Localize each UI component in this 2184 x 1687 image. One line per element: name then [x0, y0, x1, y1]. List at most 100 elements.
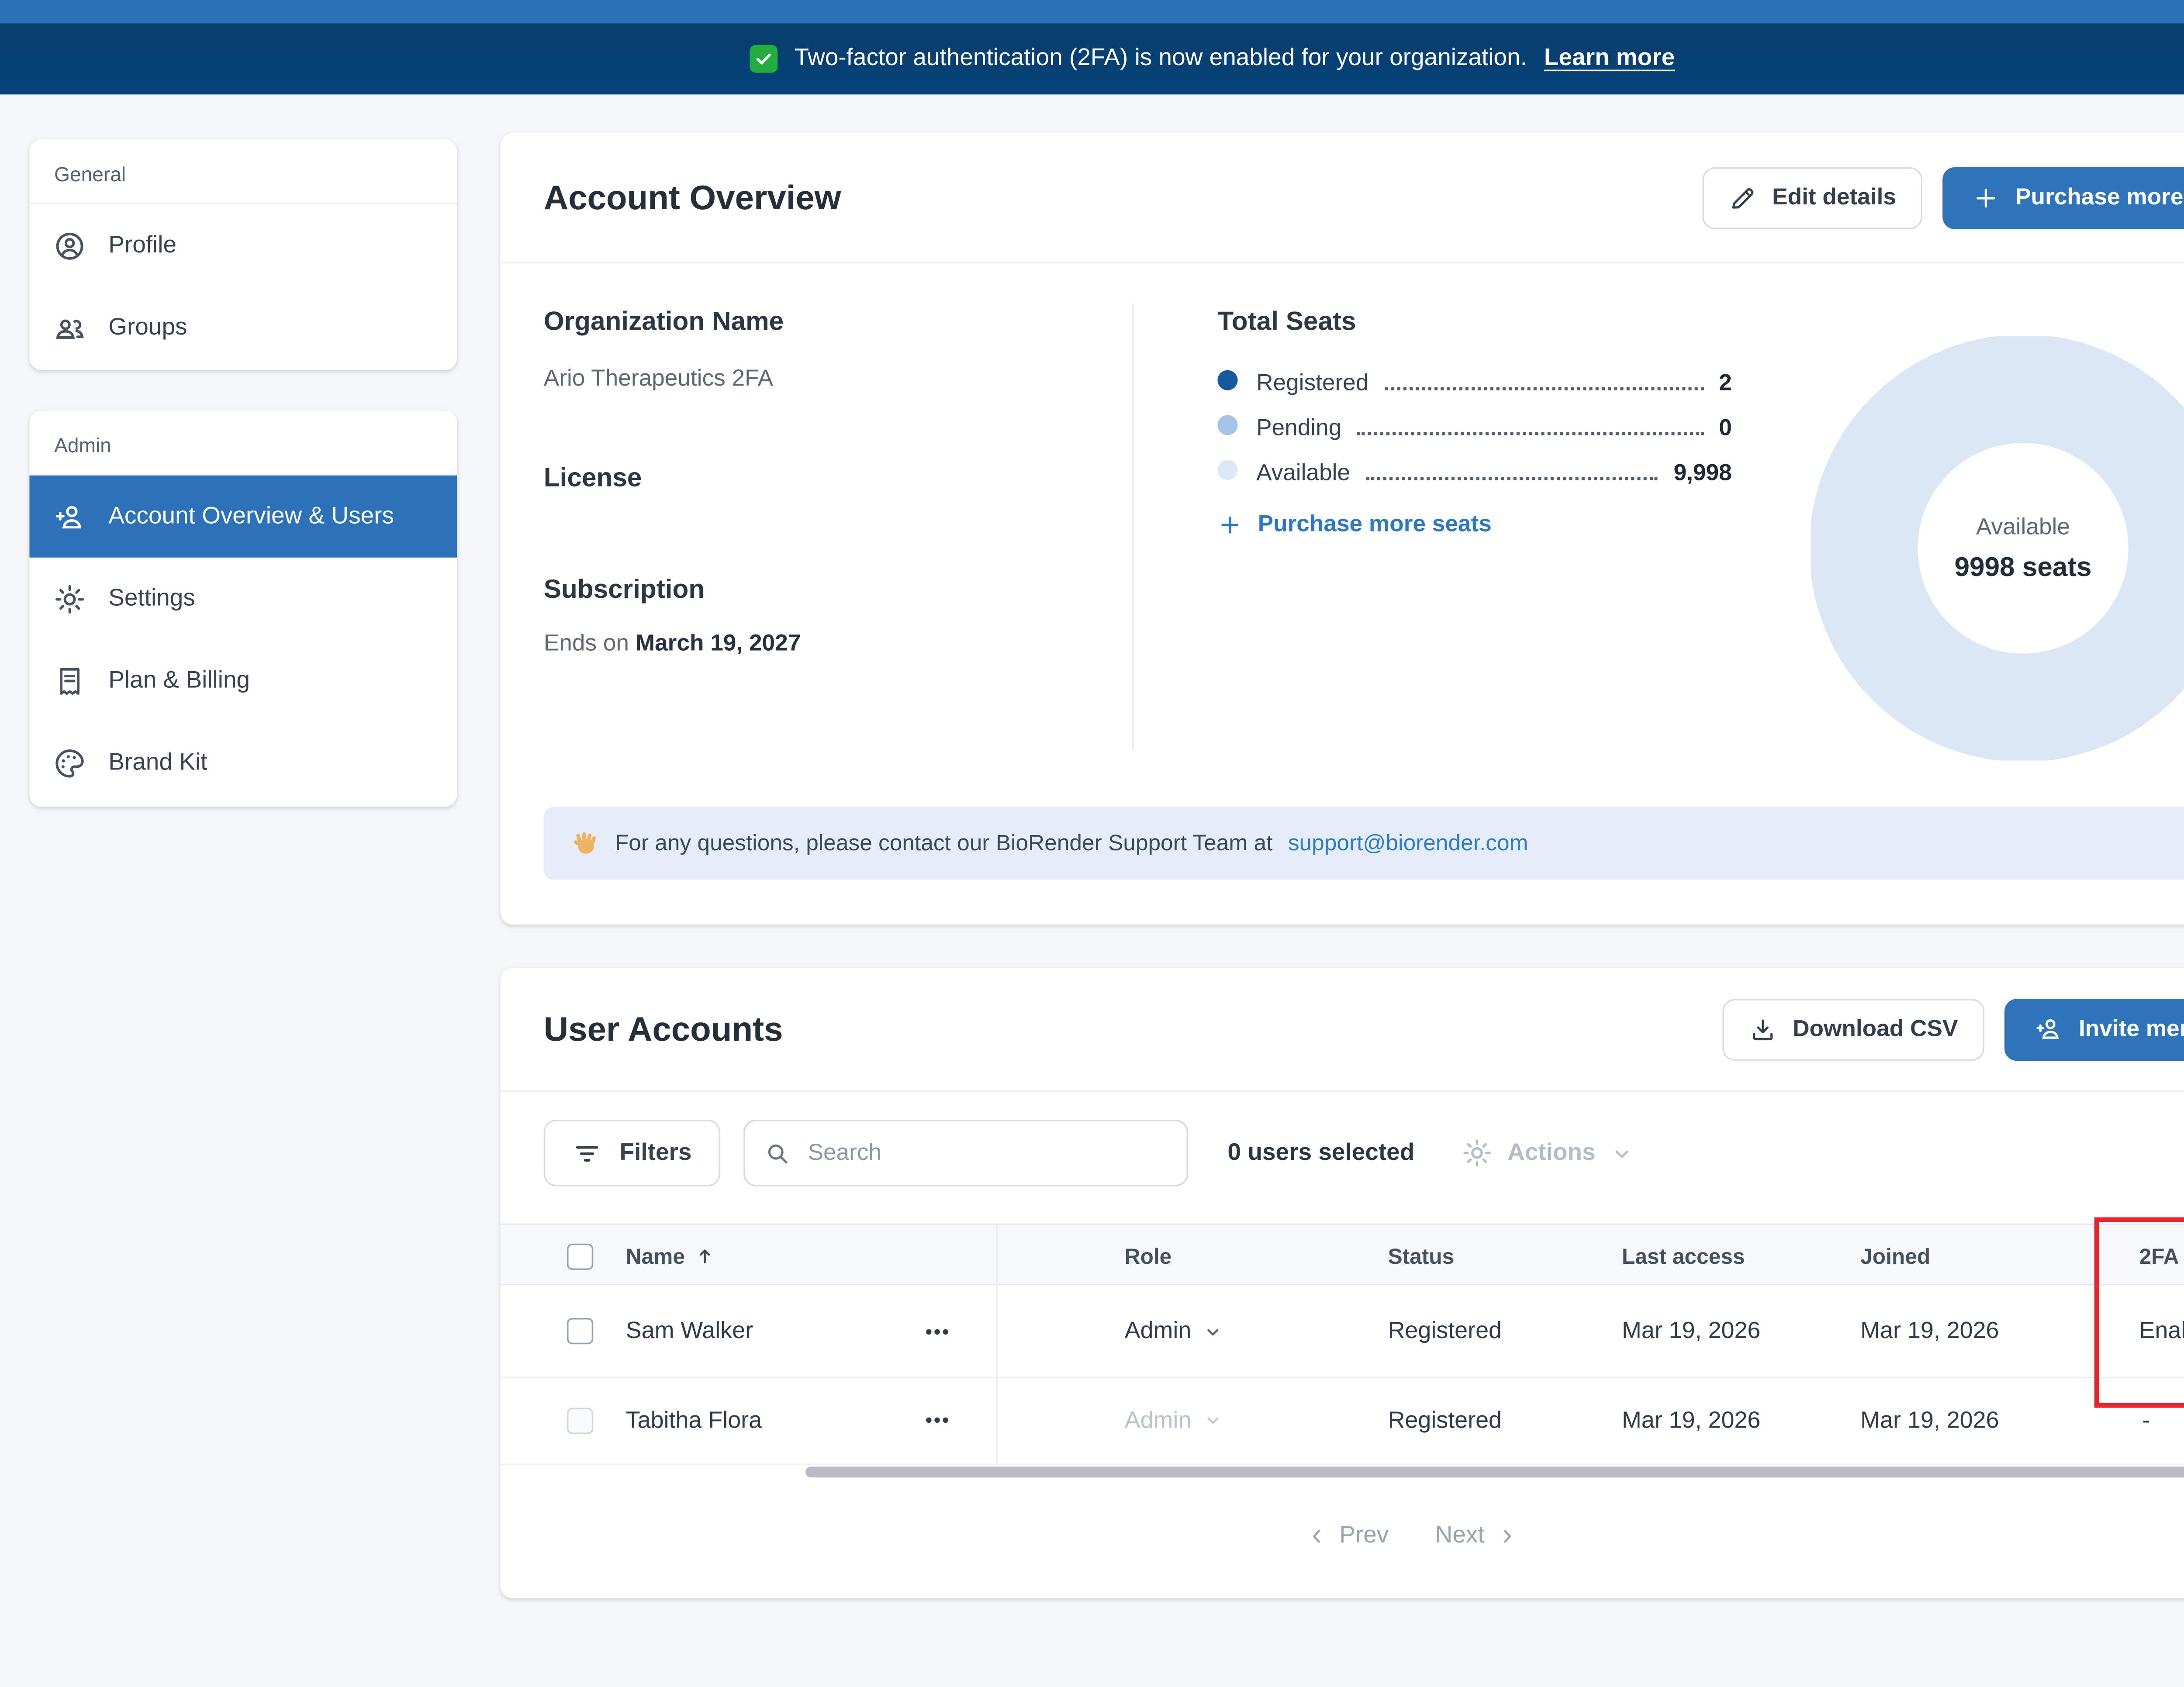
chevron-left-icon: [1305, 1525, 1327, 1547]
joined-cell: Mar 19, 2026: [1860, 1285, 1999, 1377]
sidebar-item-label: Plan & Billing: [108, 667, 250, 695]
legend-value: 0: [1719, 415, 1732, 441]
column-header-name[interactable]: Name: [626, 1225, 716, 1287]
search-icon: [763, 1139, 791, 1167]
row-checkbox[interactable]: [567, 1407, 593, 1433]
column-header-role: Role: [1125, 1225, 1172, 1287]
next-label: Next: [1435, 1522, 1485, 1550]
legend-label: Registered: [1256, 370, 1368, 397]
sidebar-general-card: General Profile Groups: [29, 139, 457, 370]
user-name: Sam Walker: [626, 1285, 753, 1377]
purchase-more-seats-button[interactable]: Purchase more seats: [1942, 166, 2184, 228]
plus-icon: [1217, 512, 1242, 537]
column-label: 2FA: [2139, 1244, 2179, 1269]
sidebar-item-brand-kit[interactable]: Brand Kit: [29, 722, 457, 804]
column-label: Name: [626, 1244, 685, 1269]
registered-dot: [1217, 369, 1237, 390]
support-email-link[interactable]: support@biorender.com: [1288, 831, 1528, 856]
row-menu-button[interactable]: [922, 1377, 953, 1464]
legend-label: Pending: [1256, 415, 1341, 441]
palette-icon: [53, 746, 87, 780]
purchase-more-seats-label: Purchase more seats: [2015, 184, 2184, 210]
search-input[interactable]: [805, 1138, 1167, 1168]
prev-page-button[interactable]: Prev: [1305, 1522, 1389, 1550]
pending-dot: [1217, 414, 1237, 435]
sidebar-item-account-overview-users[interactable]: Account Overview & Users: [29, 476, 457, 558]
role-select-disabled: Admin: [1125, 1407, 1224, 1433]
org-details-column: Organization Name Ario Therapeutics 2FA …: [544, 307, 1102, 658]
sidebar-general-title: General: [29, 139, 457, 203]
dotted-leader: [1357, 432, 1704, 435]
pagination: Prev Next: [500, 1513, 2184, 1559]
purchase-more-seats-link[interactable]: Purchase more seats: [1217, 511, 1731, 537]
column-label: Status: [1388, 1244, 1455, 1269]
page: Two-factor authentication (2FA) is now e…: [0, 0, 2184, 1687]
role-cell: Admin: [1125, 1285, 1224, 1377]
column-label: Joined: [1860, 1244, 1930, 1269]
chevron-down-icon: [1202, 1409, 1224, 1431]
select-all-checkbox[interactable]: [567, 1243, 593, 1269]
role-value: Admin: [1125, 1318, 1192, 1344]
table-row: Sam Walker Admin Registered Mar 19, 2026…: [500, 1285, 2184, 1378]
status-cell: Registered: [1388, 1285, 1502, 1377]
gear-icon: [1461, 1137, 1493, 1169]
sidebar-item-label: Profile: [108, 231, 176, 259]
total-seats-column: Total Seats Registered 2 Pending 0 Avail…: [1217, 307, 1731, 537]
banner-message: Two-factor authentication (2FA) is now e…: [794, 45, 1527, 73]
row-checkbox[interactable]: [567, 1318, 593, 1344]
sort-ascending-icon: [694, 1245, 716, 1267]
gear-icon: [53, 582, 87, 616]
next-page-button[interactable]: Next: [1435, 1522, 1519, 1550]
chevron-right-icon: [1497, 1525, 1519, 1547]
download-csv-button[interactable]: Download CSV: [1723, 998, 1984, 1060]
legend-value: 9,998: [1674, 460, 1732, 486]
sidebar-item-plan-billing[interactable]: Plan & Billing: [29, 640, 457, 722]
joined-cell: Mar 19, 2026: [1860, 1377, 1999, 1464]
learn-more-link[interactable]: Learn more: [1544, 45, 1675, 73]
last-access-cell: Mar 19, 2026: [1622, 1285, 1760, 1377]
edit-details-button[interactable]: Edit details: [1703, 166, 1923, 228]
seats-donut-chart: Available 9998 seats: [1811, 336, 2184, 761]
total-seats-label: Total Seats: [1217, 307, 1731, 338]
2fa-status-cell: -: [2143, 1377, 2150, 1464]
donut-center-value: 9998 seats: [1954, 551, 2091, 583]
support-banner: For any questions, please contact our Bi…: [544, 807, 2184, 880]
sidebar-item-groups[interactable]: Groups: [29, 286, 457, 369]
role-select[interactable]: Admin: [1125, 1318, 1224, 1344]
column-header-2fa: 2FA: [2139, 1225, 2184, 1287]
ends-on-prefix: Ends on: [544, 630, 629, 656]
divider: [1132, 304, 1134, 749]
sidebar-item-label: Groups: [108, 314, 187, 342]
subscription-end-date: March 19, 2027: [636, 630, 801, 656]
column-header-last-access: Last access: [1622, 1225, 1745, 1287]
sidebar-item-label: Settings: [108, 585, 195, 613]
available-dot: [1217, 459, 1237, 479]
table-header-row: Name Role Status Last access Joined 2FA: [500, 1224, 2184, 1286]
sidebar-item-settings[interactable]: Settings: [29, 558, 457, 640]
user-name: Tabitha Flora: [626, 1377, 762, 1464]
column-header-joined: Joined: [1860, 1225, 1930, 1287]
check-icon: [750, 45, 778, 73]
invite-members-button[interactable]: Invite members: [2004, 998, 2184, 1060]
chevron-down-icon: [1202, 1320, 1224, 1342]
prev-label: Prev: [1339, 1522, 1389, 1550]
actions-dropdown[interactable]: Actions: [1461, 1137, 1635, 1169]
filters-button[interactable]: Filters: [544, 1120, 720, 1186]
row-menu-button[interactable]: [922, 1285, 953, 1377]
subscription-ends-on: Ends on March 19, 2027: [544, 629, 1102, 658]
sidebar-item-label: Brand Kit: [108, 749, 207, 777]
horizontal-scrollbar[interactable]: [805, 1466, 2184, 1477]
search-input-wrapper: [743, 1120, 1188, 1186]
person-circle-icon: [53, 228, 87, 262]
legend-value: 2: [1719, 370, 1732, 397]
column-label: Role: [1125, 1244, 1172, 1269]
waving-hand-icon: [570, 828, 599, 858]
row-checkbox-cell: [567, 1377, 593, 1464]
user-accounts-card: User Accounts Download CSV Invite member…: [500, 968, 2184, 1598]
sidebar-item-profile[interactable]: Profile: [29, 204, 457, 286]
section-title: User Accounts: [544, 1009, 783, 1049]
page-title: Account Overview: [544, 177, 841, 217]
sidebar-item-label: Account Overview & Users: [108, 503, 394, 531]
org-name-label: Organization Name: [544, 307, 1102, 338]
receipt-icon: [53, 664, 87, 698]
